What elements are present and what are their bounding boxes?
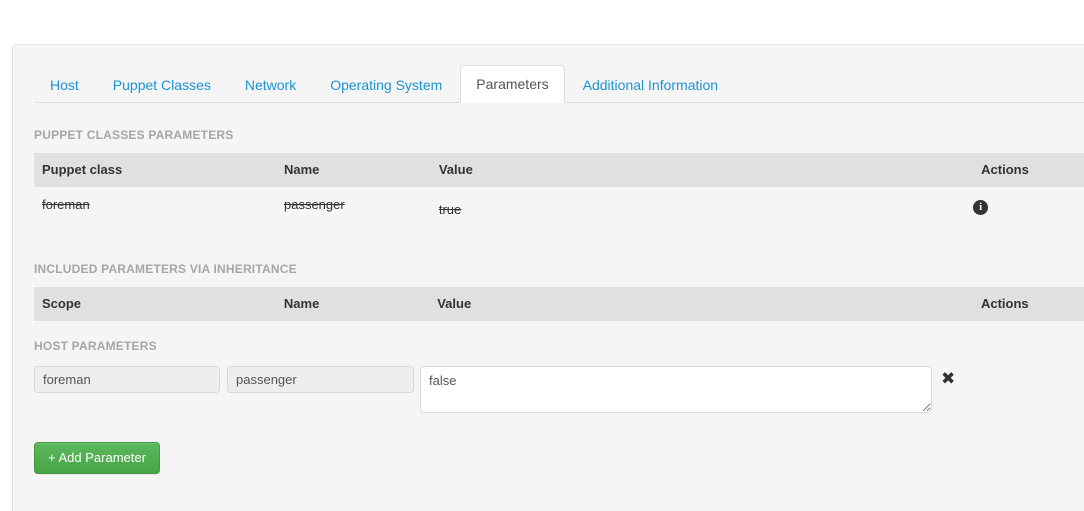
- table-header-row: Scope Name Value Actions: [34, 287, 1084, 321]
- puppet-classes-parameters-table-head: Puppet class Name Value Actions: [34, 153, 1084, 187]
- info-icon[interactable]: i: [973, 200, 989, 215]
- parameters-panel: Host Puppet Classes Network Operating Sy…: [12, 44, 1084, 511]
- table-header-row: Puppet class Name Value Actions: [34, 153, 1084, 187]
- column-header-name: Name: [275, 153, 431, 187]
- host-parameter-key-input[interactable]: [227, 366, 414, 393]
- puppet-classes-parameters-table-body: foreman passenger true i: [34, 187, 1084, 228]
- parameter-value: true: [438, 202, 462, 217]
- tab-additional-information[interactable]: Additional Information: [567, 66, 734, 103]
- column-header-actions: Actions: [972, 287, 1084, 321]
- page-root: Host Puppet Classes Network Operating Sy…: [0, 0, 1084, 511]
- host-parameter-value-textarea[interactable]: false: [420, 366, 932, 413]
- tab-network[interactable]: Network: [229, 66, 312, 103]
- column-header-value: Value: [430, 153, 974, 187]
- parameter-name: passenger: [283, 197, 345, 212]
- column-header-name: Name: [275, 287, 430, 321]
- cell-parameter-value: true: [430, 187, 974, 228]
- add-parameter-button[interactable]: + Add Parameter: [34, 442, 160, 474]
- remove-parameter-icon[interactable]: ✖: [941, 371, 955, 388]
- cell-parameter-name: passenger: [275, 187, 431, 228]
- section-label-included-parameters-via-inheritance: Included parameters via inheritance: [34, 262, 297, 276]
- cell-puppet-class: foreman: [34, 187, 276, 228]
- column-header-puppet-class: Puppet class: [34, 153, 276, 187]
- tab-operating-system[interactable]: Operating System: [314, 66, 458, 103]
- host-detail-tabs: Host Puppet Classes Network Operating Sy…: [34, 65, 1084, 103]
- included-parameters-inheritance-table: Scope Name Value Actions: [34, 287, 1084, 321]
- column-header-value: Value: [429, 287, 973, 321]
- section-label-host-parameters: Host parameters: [34, 339, 157, 353]
- puppet-classes-parameters-table: Puppet class Name Value Actions foreman …: [34, 153, 1084, 228]
- host-parameter-name-input[interactable]: [34, 366, 220, 393]
- tab-puppet-classes[interactable]: Puppet Classes: [97, 66, 227, 103]
- puppet-class-name: foreman: [42, 197, 90, 212]
- section-label-puppet-classes-parameters: Puppet classes parameters: [34, 128, 234, 142]
- included-parameters-inheritance-table-head: Scope Name Value Actions: [34, 287, 1084, 321]
- tab-host[interactable]: Host: [34, 66, 95, 103]
- host-parameter-row: false ✖: [34, 366, 1074, 426]
- column-header-actions: Actions: [973, 153, 1084, 187]
- cell-actions: i: [973, 187, 1084, 228]
- table-row: foreman passenger true i: [34, 187, 1084, 228]
- column-header-scope: Scope: [34, 287, 276, 321]
- tab-parameters[interactable]: Parameters: [460, 65, 565, 103]
